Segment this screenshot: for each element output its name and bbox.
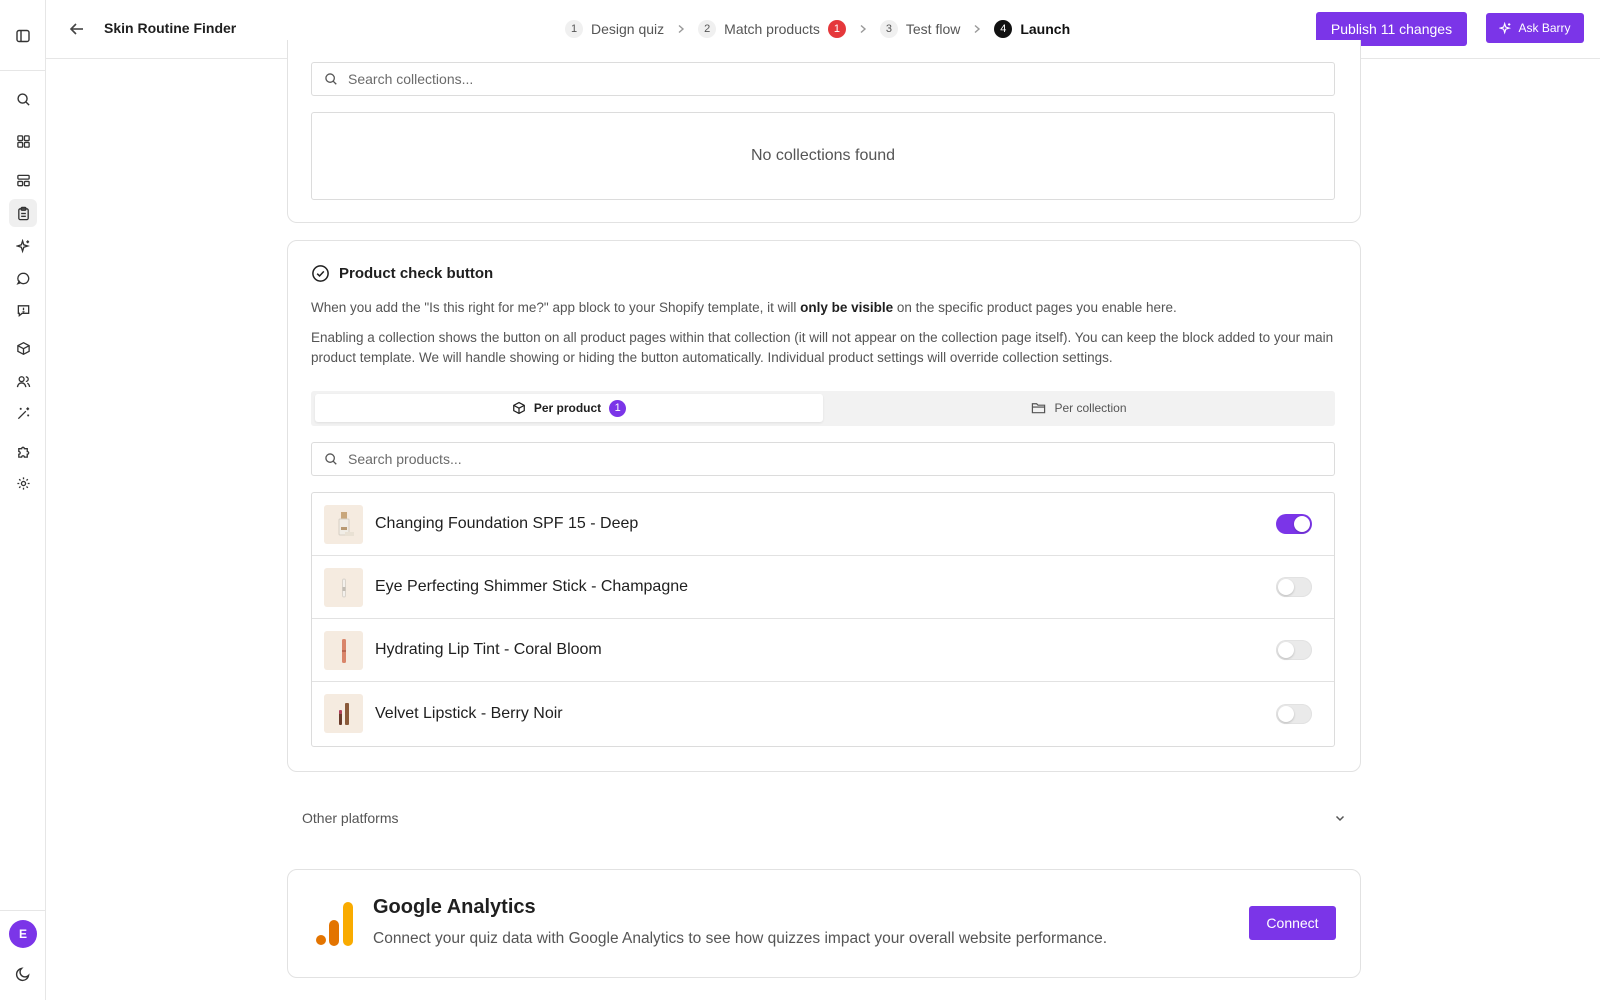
puzzle-icon[interactable]	[9, 437, 37, 465]
page-title: Skin Routine Finder	[104, 20, 237, 36]
list-item: Hydrating Lip Tint - Coral Bloom	[312, 619, 1334, 682]
other-platforms-accordion[interactable]: Other platforms	[302, 810, 1346, 826]
wand-icon[interactable]	[9, 399, 37, 427]
search-placeholder: Search collections...	[348, 71, 474, 87]
tab-label: Per product	[533, 401, 602, 415]
count-badge: 1	[609, 399, 627, 417]
sparkle-icon	[1499, 21, 1512, 34]
chevron-down-icon	[1335, 815, 1345, 822]
sparkle-icon[interactable]	[9, 232, 37, 260]
grid-icon[interactable]	[9, 127, 37, 155]
description-visibility: When you add the "Is this right for me?"…	[311, 300, 1177, 315]
step-number: 2	[698, 20, 717, 38]
section-title: Product check button	[311, 264, 493, 283]
chat-icon[interactable]	[9, 264, 37, 292]
product-thumbnail	[324, 631, 363, 670]
check-circle-icon	[312, 265, 329, 282]
tab-per-product[interactable]: Per product 1	[315, 394, 823, 422]
folder-icon	[1032, 403, 1046, 414]
products-search-input[interactable]: Search products...	[311, 442, 1335, 476]
step-launch[interactable]: 4 Launch	[994, 20, 1070, 38]
scope-tabs: Per product 1 Per collection	[311, 391, 1335, 426]
warning-badge: 1	[827, 20, 846, 38]
step-label: Launch	[1020, 21, 1071, 37]
product-name: Velvet Lipstick - Berry Noir	[375, 704, 563, 722]
collections-search-input[interactable]: Search collections...	[311, 62, 1335, 96]
step-number: 3	[879, 20, 898, 38]
ask-barry-label: Ask Barry	[1518, 21, 1571, 35]
product-name: Hydrating Lip Tint - Coral Bloom	[375, 641, 602, 658]
search-icon[interactable]	[9, 85, 37, 113]
step-label: Test flow	[905, 21, 961, 37]
product-name: Eye Perfecting Shimmer Stick - Champagne	[375, 578, 689, 595]
step-number: 4	[994, 20, 1013, 38]
empty-state: No collections found	[311, 112, 1335, 200]
product-thumbnail	[324, 505, 363, 544]
step-test-flow[interactable]: 3 Test flow	[879, 20, 961, 38]
avatar[interactable]: E	[9, 920, 37, 948]
box-icon[interactable]	[9, 334, 37, 362]
message-square-icon[interactable]	[9, 296, 37, 324]
layout-icon[interactable]	[9, 166, 37, 194]
step-label: Match products	[724, 21, 820, 37]
tab-label: Per collection	[1054, 401, 1127, 415]
step-match-products[interactable]: 2 Match products 1	[698, 20, 846, 38]
product-list: Changing Foundation SPF 15 - Deep Eye Pe…	[311, 492, 1335, 747]
sidebar-toggle-icon[interactable]	[13, 26, 33, 46]
list-item: Eye Perfecting Shimmer Stick - Champagne	[312, 556, 1334, 619]
section-title-text: Product check button	[339, 265, 494, 282]
tab-per-collection[interactable]: Per collection	[827, 394, 1331, 422]
chevron-right-icon	[972, 24, 982, 34]
box-icon	[512, 401, 525, 415]
ask-barry-button[interactable]: Ask Barry	[1486, 13, 1584, 43]
product-thumbnail	[324, 568, 363, 607]
product-name: Changing Foundation SPF 15 - Deep	[375, 515, 639, 532]
product-toggle[interactable]	[1276, 640, 1312, 660]
product-toggle[interactable]	[1276, 703, 1312, 724]
stepper: 1 Design quiz 2 Match products 1 3 Test …	[565, 18, 1070, 40]
users-icon[interactable]	[9, 367, 37, 395]
chevron-right-icon	[676, 24, 686, 34]
description-collections: Enabling a collection shows the button o…	[311, 330, 1334, 365]
step-label: Design quiz	[591, 21, 665, 37]
clipboard-icon[interactable]	[9, 199, 37, 227]
step-design-quiz[interactable]: 1 Design quiz	[565, 20, 664, 38]
list-item: Changing Foundation SPF 15 - Deep	[312, 493, 1334, 556]
back-arrow-icon[interactable]	[66, 18, 88, 40]
product-toggle[interactable]	[1276, 577, 1312, 597]
connect-button[interactable]: Connect	[1249, 906, 1336, 940]
step-number: 1	[565, 20, 583, 38]
search-icon	[325, 453, 337, 465]
left-rail: E	[0, 0, 46, 1000]
chevron-right-icon	[858, 24, 868, 34]
product-thumbnail	[324, 694, 363, 733]
empty-state-text: No collections found	[750, 147, 896, 164]
gear-icon[interactable]	[9, 469, 37, 497]
google-analytics-card	[287, 869, 1361, 978]
search-placeholder: Search products...	[348, 451, 462, 467]
product-toggle[interactable]	[1276, 514, 1312, 534]
integration-description: Connect your quiz data with Google Analy…	[373, 930, 1108, 947]
list-item: Velvet Lipstick - Berry Noir	[312, 682, 1334, 745]
google-analytics-logo	[314, 900, 356, 946]
accordion-label: Other platforms	[302, 810, 399, 826]
integration-title: Google Analytics	[373, 896, 536, 918]
search-icon	[325, 73, 337, 85]
moon-icon[interactable]	[12, 963, 34, 985]
